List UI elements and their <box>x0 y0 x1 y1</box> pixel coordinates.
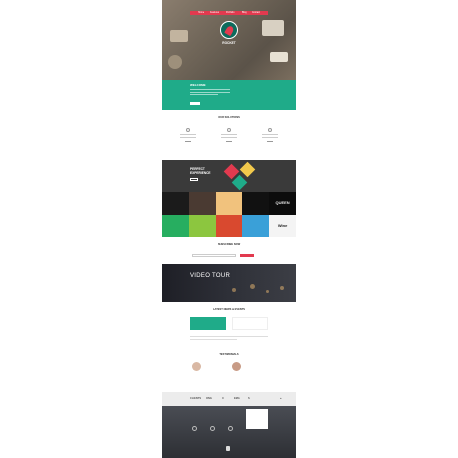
experience-button[interactable] <box>190 178 198 181</box>
footer-section <box>162 406 296 458</box>
portfolio-tile[interactable] <box>162 214 189 237</box>
top-navigation: Home Features Portfolio Blog Contact <box>190 11 268 15</box>
portfolio-tile-label: Wine <box>277 222 288 228</box>
welcome-text <box>190 89 230 97</box>
portfolio-tile[interactable]: QUEEN <box>269 192 296 215</box>
portfolio-tile[interactable] <box>188 192 216 215</box>
brand-name: ROCKET <box>222 41 236 45</box>
nav-item-contact[interactable]: Contact <box>252 12 260 14</box>
bokeh-light <box>266 290 269 293</box>
email-input[interactable] <box>192 254 236 257</box>
feature-item <box>178 128 198 143</box>
testimonials-section: TESTIMONIALS <box>162 350 296 392</box>
hero-section: Home Features Portfolio Blog Contact ROC… <box>162 0 296 80</box>
stat-row <box>234 90 268 94</box>
rocket-logo-icon[interactable] <box>220 21 238 39</box>
news-card[interactable] <box>232 317 268 330</box>
portfolio-tile[interactable] <box>215 214 243 237</box>
diamond-green <box>231 174 248 191</box>
contact-box <box>246 409 268 429</box>
bokeh-light <box>232 288 236 292</box>
subscribe-section: SUBSCRIBE NOW <box>162 237 296 264</box>
nav-item-features[interactable]: Features <box>210 12 219 14</box>
solutions-title: OUR SOLUTIONS <box>218 116 240 119</box>
desk-paper <box>270 52 288 62</box>
feature-icon <box>268 128 272 132</box>
solutions-section: OUR SOLUTIONS <box>162 110 296 160</box>
read-more-button[interactable] <box>190 102 200 105</box>
portfolio-tile[interactable]: Wine <box>269 214 296 237</box>
desk-laptop <box>262 20 284 36</box>
bokeh-light <box>250 284 255 289</box>
welcome-section: WELCOME <box>162 80 296 110</box>
experience-title: PERFECT EXPERIENCE <box>190 167 211 175</box>
nav-item-portfolio[interactable]: Portfolio <box>226 12 234 14</box>
client-logo: ONG <box>206 397 212 400</box>
experience-section: PERFECT EXPERIENCE <box>162 160 296 192</box>
bokeh-light <box>280 286 284 290</box>
welcome-title: WELCOME <box>190 83 206 87</box>
portfolio-grid: QUEEN Wine <box>162 192 296 237</box>
nav-item-blog[interactable]: Blog <box>242 12 247 14</box>
diamond-yellow <box>239 161 256 178</box>
feature-button[interactable] <box>226 140 232 143</box>
portfolio-tile[interactable] <box>188 214 216 237</box>
clients-section: CLIENTS ONG X EMA S ● <box>162 392 296 406</box>
client-logo: CLIENTS <box>190 397 202 400</box>
feature-item <box>260 128 280 143</box>
feature-icon <box>186 128 190 132</box>
portfolio-tile[interactable] <box>162 192 189 215</box>
welcome-stats <box>234 83 268 94</box>
news-card-featured[interactable] <box>190 317 226 330</box>
feature-icon <box>227 128 231 132</box>
phone-icon <box>210 426 215 431</box>
avatar <box>232 362 241 371</box>
news-title: LATEST NEWS & EVENTS <box>212 308 246 311</box>
feature-item <box>219 128 239 143</box>
portfolio-tile[interactable] <box>215 192 243 215</box>
footer-logo-icon <box>226 446 230 451</box>
subscribe-button[interactable] <box>240 254 254 257</box>
feature-button[interactable] <box>267 140 273 143</box>
client-logo: X <box>222 397 224 400</box>
portfolio-tile[interactable] <box>242 192 270 215</box>
feature-button[interactable] <box>185 140 191 143</box>
mail-icon <box>228 426 233 431</box>
portfolio-tile[interactable] <box>242 214 270 237</box>
client-logo: S <box>248 397 250 400</box>
subscribe-title: SUBSCRIBE NOW <box>217 243 241 246</box>
nav-item-home[interactable]: Home <box>198 12 204 14</box>
desk-cup <box>168 55 182 69</box>
client-logo: EMA <box>234 397 240 400</box>
avatar <box>192 362 201 371</box>
location-icon <box>192 426 197 431</box>
client-logo: ● <box>280 397 282 400</box>
portfolio-tile-label: QUEEN <box>275 200 290 205</box>
video-title: VIDEO TOUR <box>190 273 231 279</box>
testimonials-title: TESTIMONIALS <box>219 353 239 356</box>
news-section: LATEST NEWS & EVENTS <box>162 302 296 350</box>
video-tour-section[interactable]: VIDEO TOUR <box>162 264 296 302</box>
news-text <box>190 336 268 341</box>
landing-page: Home Features Portfolio Blog Contact ROC… <box>162 0 296 458</box>
